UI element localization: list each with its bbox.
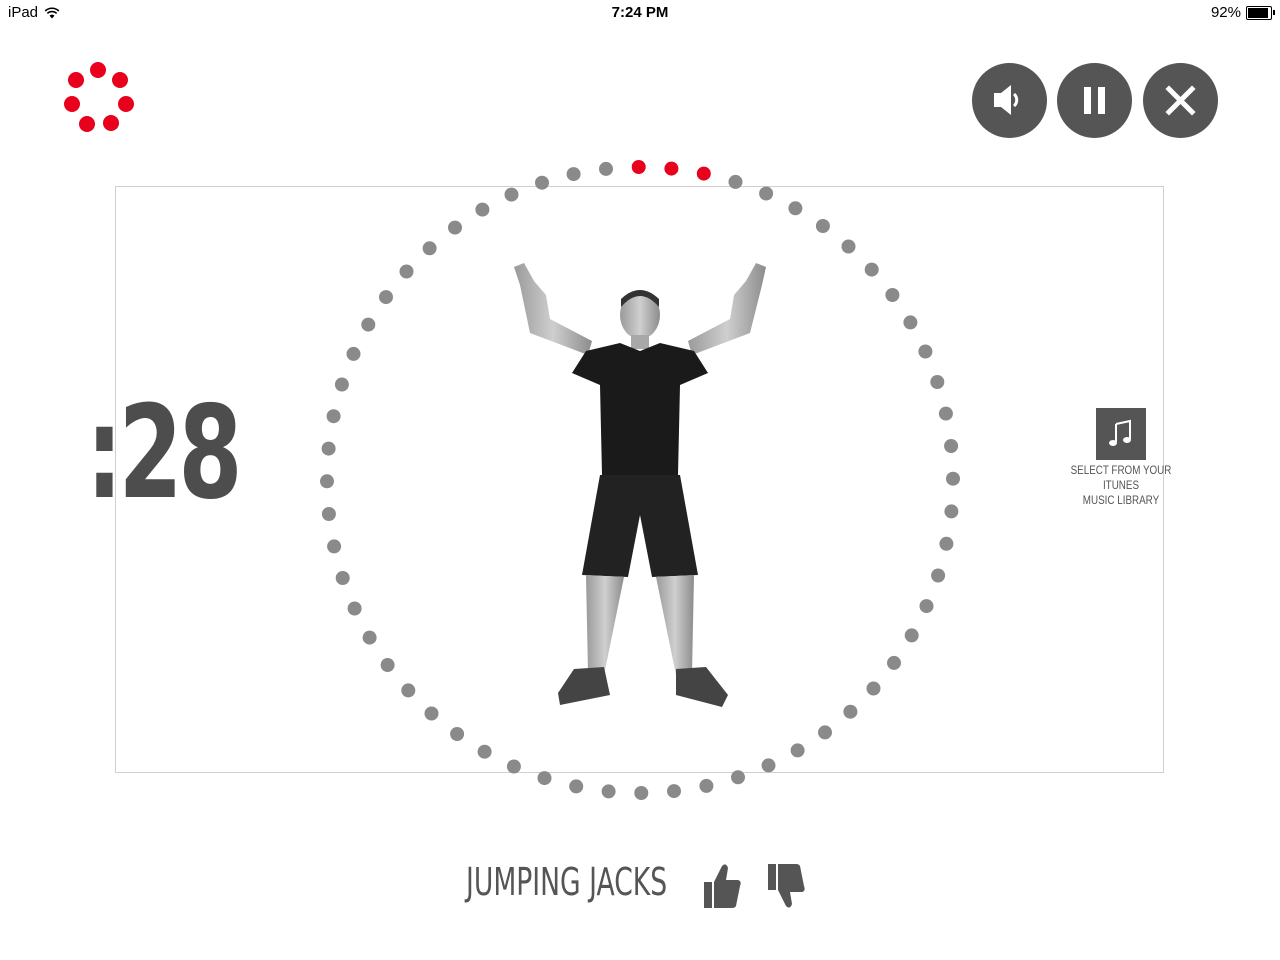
progress-dot [599, 161, 613, 176]
pause-icon [1084, 87, 1105, 114]
battery-icon [1246, 5, 1275, 20]
progress-dot [537, 771, 552, 786]
battery-percent: 92% [1210, 4, 1241, 21]
status-right: 92% [1210, 4, 1275, 21]
progress-dot [634, 786, 649, 800]
close-icon [1165, 85, 1196, 116]
progress-dot [667, 784, 681, 799]
status-bar: iPad 7:24 PM 92% [0, 0, 1280, 26]
battery-fill [1248, 7, 1269, 18]
thumbs-down-icon[interactable] [764, 860, 806, 912]
thumbs-up-icon[interactable] [700, 860, 742, 912]
music-library-button[interactable]: SELECT FROM YOUR iTUNES MUSIC LIBRARY [1050, 408, 1192, 508]
pause-button[interactable] [1057, 63, 1132, 138]
progress-dot [699, 778, 714, 793]
music-library-label: SELECT FROM YOUR iTUNES MUSIC LIBRARY [1070, 463, 1172, 507]
progress-dot-complete [696, 166, 711, 181]
speaker-icon [994, 85, 1019, 115]
progress-dot [601, 784, 616, 799]
countdown-timer: :28 [86, 379, 242, 528]
progress-dot [566, 167, 581, 182]
music-note-icon [1096, 408, 1146, 460]
sound-button[interactable] [972, 63, 1047, 138]
exercise-figure [514, 263, 766, 707]
app-logo-icon [64, 62, 134, 132]
close-button[interactable] [1143, 63, 1218, 138]
progress-dot-complete [631, 160, 646, 174]
status-time: 7:24 PM [611, 4, 669, 21]
progress-dot [569, 779, 584, 794]
progress-dot-complete [664, 161, 679, 176]
exercise-name: JUMPING JACKS [466, 860, 668, 904]
